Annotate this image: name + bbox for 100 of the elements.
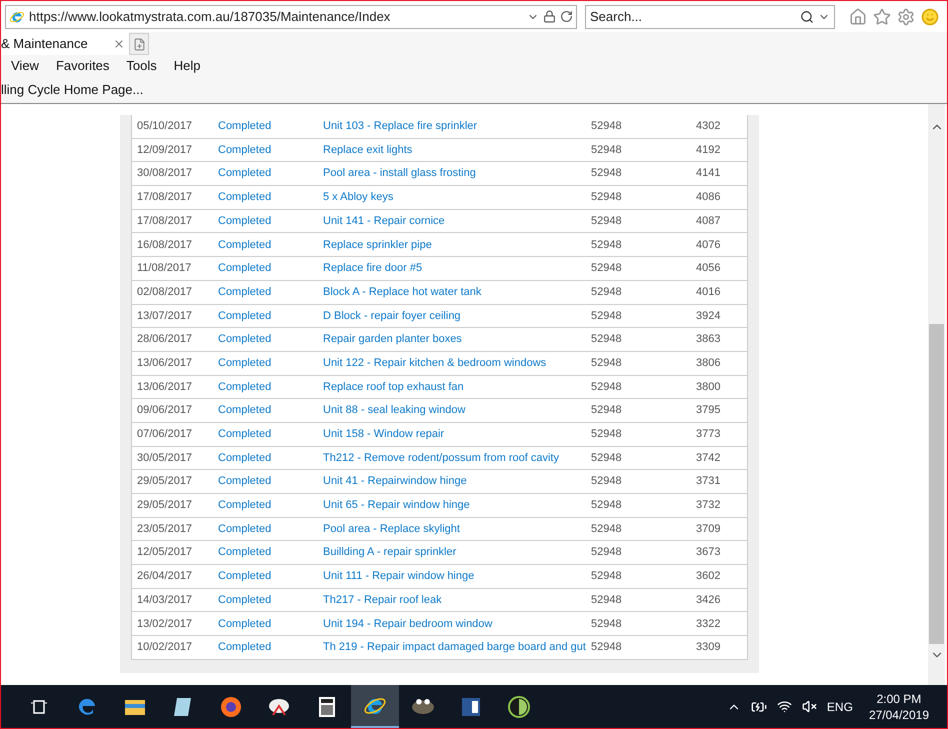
date-cell-text: 09/06/2017 — [136, 403, 194, 418]
menu-item[interactable]: Tools — [126, 56, 157, 76]
scroll-thumb[interactable] — [929, 324, 944, 644]
id-cell-text: 4086 — [696, 190, 720, 206]
number-cell-text: 52948 — [591, 214, 623, 229]
close-icon[interactable] — [113, 38, 125, 50]
status-link[interactable]: Completed — [218, 544, 323, 561]
menu-item[interactable]: Favorites — [56, 56, 110, 76]
id-cell-text: 4016 — [696, 284, 720, 300]
description-link[interactable]: Unit 122 - Repair kitchen & bedroom windows — [323, 354, 591, 372]
disc-icon — [507, 694, 531, 718]
date-cell-text: 17/08/2017 — [136, 190, 194, 206]
description-link[interactable]: D Block - repair foyer ceiling — [323, 308, 591, 324]
settings-icon[interactable] — [897, 8, 915, 26]
clock-time[interactable]: 2:00 PM — [876, 690, 922, 706]
status-link[interactable]: Completed — [218, 189, 323, 206]
description-link[interactable]: Pool area - install glass frosting — [323, 165, 591, 182]
id-cell-text: 4087 — [696, 214, 720, 229]
status-link[interactable]: Completed — [218, 426, 323, 443]
id-cell-text: 3863 — [696, 332, 720, 348]
date-cell-text: 30/05/2017 — [136, 450, 194, 466]
description-link[interactable]: Replace exit lights — [323, 142, 591, 158]
status-link[interactable]: Completed — [218, 639, 323, 656]
date-cell-text: 28/06/2017 — [136, 332, 194, 348]
description-link[interactable]: Pool area - Replace skylight — [323, 520, 591, 538]
description-link[interactable]: Th217 - Repair roof leak — [323, 592, 591, 608]
status-link[interactable]: Completed — [218, 331, 323, 348]
number-cell-text: 52948 — [591, 450, 623, 466]
menu-item[interactable]: View — [11, 56, 39, 76]
id-cell-text: 3800 — [696, 380, 720, 395]
date-cell-text: 29/05/2017 — [136, 474, 194, 490]
status-link[interactable]: Completed — [218, 165, 323, 182]
status-link[interactable]: Completed — [218, 236, 323, 254]
status-link[interactable]: Completed — [218, 260, 323, 277]
id-cell-text: 3924 — [696, 308, 720, 324]
description-link[interactable]: Unit 65 - Repair window hinge — [323, 497, 591, 514]
status-link[interactable]: Completed — [218, 473, 323, 490]
status-link[interactable]: Completed — [218, 450, 323, 466]
wifi-icon[interactable] — [776, 699, 792, 714]
status-link[interactable]: Completed — [218, 616, 323, 632]
description-link[interactable]: Buillding A - repair sprinkler — [323, 544, 591, 561]
id-cell-text: 3795 — [696, 403, 720, 418]
date-cell-text: 13/06/2017 — [136, 356, 194, 371]
number-cell-text: 52948 — [591, 380, 623, 395]
date-cell-text: 30/08/2017 — [136, 166, 194, 182]
status-link[interactable]: Completed — [218, 568, 323, 585]
description-link[interactable]: 5 x Abloy keys — [323, 189, 591, 206]
browser-tab[interactable]: & Maintenance — [1, 32, 129, 55]
number-cell-text: 52948 — [591, 522, 623, 537]
description-link[interactable]: Unit 194 - Repair bedroom window — [323, 616, 591, 632]
status-link[interactable]: Completed — [218, 402, 323, 419]
description-link[interactable]: Unit 158 - Window repair — [323, 426, 591, 443]
number-cell-text: 52948 — [591, 592, 623, 608]
menu-item[interactable]: Help — [174, 56, 201, 76]
language-indicator[interactable]: ENG — [826, 698, 853, 716]
description-link[interactable]: Unit 103 - Replace fire sprinkler — [323, 118, 591, 135]
date-cell-text: 02/08/2017 — [136, 284, 194, 300]
scrollbar[interactable] — [928, 104, 945, 685]
description-link[interactable]: Replace sprinkler pipe — [323, 236, 591, 254]
id-cell-text: 3731 — [696, 474, 720, 490]
search-icon[interactable] — [800, 10, 814, 24]
description-link[interactable]: Th 219 - Repair impact damaged barge board and gut — [323, 639, 591, 656]
description-link[interactable]: Repair garden planter boxes — [323, 331, 591, 348]
clock-date[interactable]: 27/04/2019 — [868, 706, 929, 722]
search-field[interactable]: Search... — [585, 4, 835, 28]
task-view-icon — [31, 698, 47, 714]
refresh-icon[interactable] — [560, 10, 573, 23]
status-link[interactable]: Completed — [218, 308, 323, 324]
new-tab-button[interactable] — [129, 33, 149, 55]
number-cell-text: 52948 — [591, 427, 623, 442]
date-cell-text: 07/06/2017 — [136, 427, 194, 442]
status-link[interactable]: Completed — [218, 592, 323, 608]
status-link[interactable]: Completed — [218, 497, 323, 514]
description-link[interactable]: Th212 - Remove rodent/possum from roof cavity — [323, 450, 591, 466]
status-link[interactable]: Completed — [218, 118, 323, 135]
status-link[interactable]: Completed — [218, 378, 323, 396]
description-link[interactable]: Unit 88 - seal leaking window — [323, 402, 591, 419]
status-link[interactable]: Completed — [218, 212, 323, 230]
status-link[interactable]: Completed — [218, 284, 323, 300]
id-cell-text: 3709 — [696, 522, 720, 537]
status-link[interactable]: Completed — [218, 142, 323, 158]
id-cell-text: 3806 — [696, 356, 720, 371]
description-link[interactable]: Unit 111 - Repair window hinge — [323, 568, 591, 585]
number-cell-text: 52948 — [591, 545, 623, 560]
home-icon[interactable] — [849, 8, 867, 26]
id-cell-text: 3732 — [696, 498, 720, 514]
number-cell-text: 52948 — [591, 261, 623, 276]
search-input[interactable]: Search... — [590, 6, 796, 26]
description-link[interactable]: Replace roof top exhaust fan — [323, 378, 591, 396]
description-link[interactable]: Replace fire door #5 — [323, 260, 591, 277]
address-bar[interactable]: https://www.lookatmystrata.com.au/187035/Maintenance/Index — [5, 4, 577, 28]
mute-icon[interactable] — [802, 699, 817, 714]
taskbar-app[interactable] — [351, 685, 399, 728]
status-link[interactable]: Completed — [218, 520, 323, 538]
description-link[interactable]: Unit 41 - Repairwindow hinge — [323, 473, 591, 490]
description-link[interactable]: Unit 141 - Repair cornice — [323, 212, 591, 230]
description-link[interactable]: Block A - Replace hot water tank — [323, 284, 591, 300]
status-link[interactable]: Completed — [218, 354, 323, 372]
favorites-link[interactable]: lling Cycle Home Page... — [1, 80, 144, 100]
favorites-icon[interactable] — [873, 8, 891, 26]
